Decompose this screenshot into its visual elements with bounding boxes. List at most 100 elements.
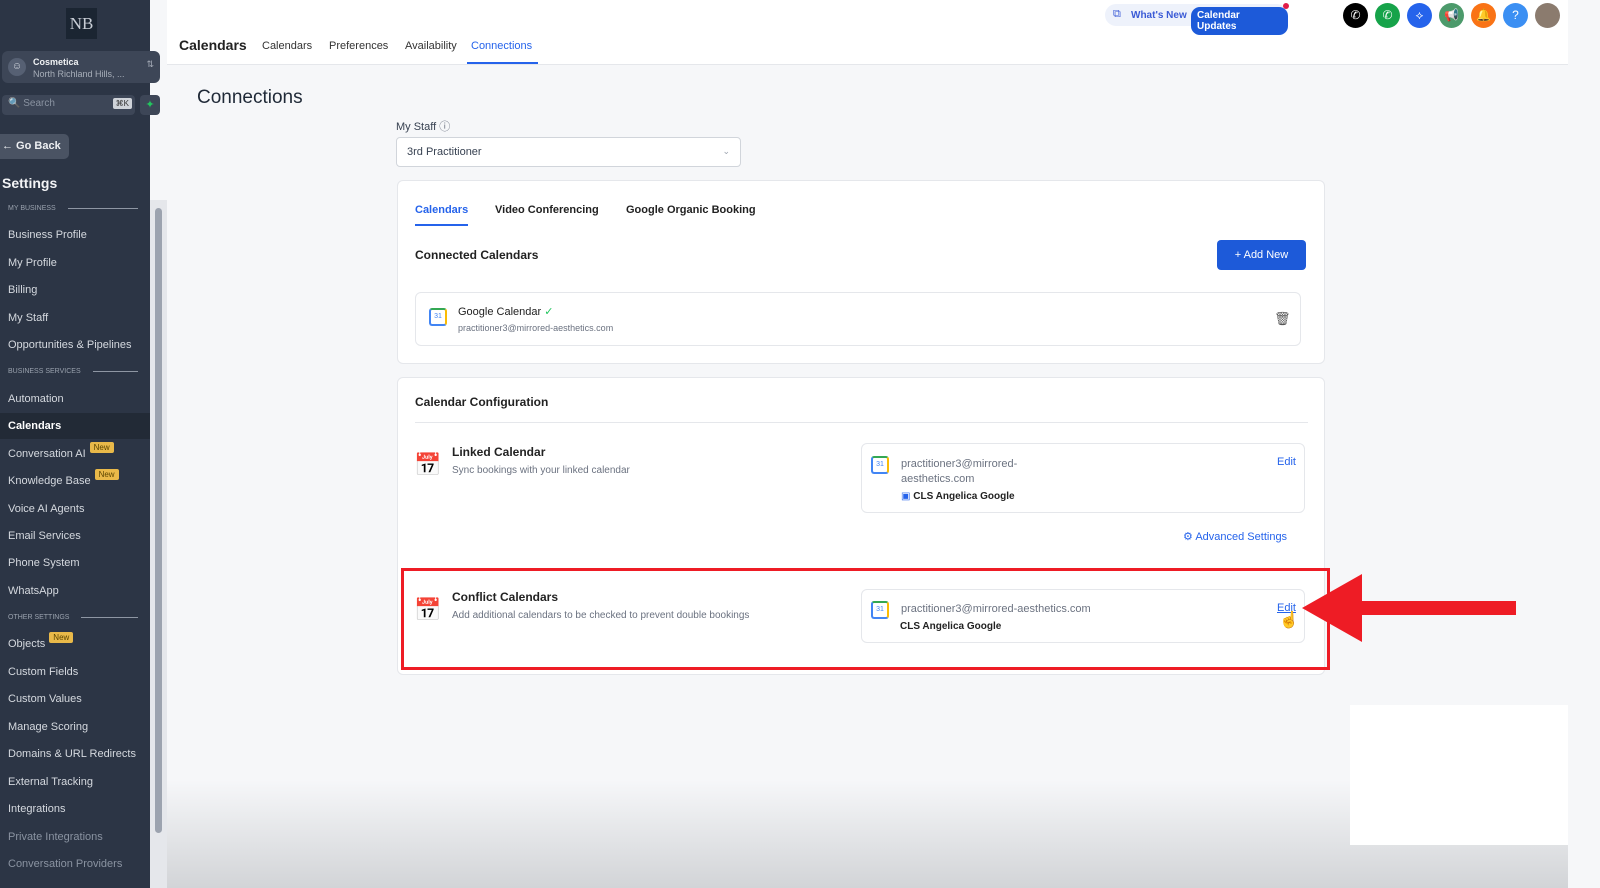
sidebar-item-conversation-ai[interactable]: Conversation AINew xyxy=(0,441,150,467)
ai-spark-button[interactable]: ✦ xyxy=(140,95,160,115)
calendar-name: Google Calendar ✓ xyxy=(458,306,554,318)
top-bar: Calendars Calendars Preferences Availabi… xyxy=(167,0,1568,65)
tab-preferences[interactable]: Preferences xyxy=(329,40,388,52)
integration-icon[interactable]: ⟡ xyxy=(1407,3,1432,28)
sidebar-item-label: Billing xyxy=(8,284,38,296)
sidebar-item-opportunities-pipelines[interactable]: Opportunities & Pipelines xyxy=(0,332,150,358)
sidebar-item-whatsapp[interactable]: WhatsApp xyxy=(0,578,150,604)
sidebar-item-label: Phone System xyxy=(8,557,80,569)
chevron-down-icon: ⌄ xyxy=(722,146,730,156)
bell-icon[interactable]: 🔔 xyxy=(1471,3,1496,28)
linked-calendar-desc: Sync bookings with your linked calendar xyxy=(452,465,630,476)
sidebar-item-knowledge-base[interactable]: Knowledge BaseNew xyxy=(0,468,150,494)
tab-availability[interactable]: Availability xyxy=(405,40,457,52)
sidebar-item-label: Calendars xyxy=(8,420,62,432)
page-title: Connections xyxy=(197,87,303,108)
sidebar-item-billing[interactable]: Billing xyxy=(0,277,150,303)
app-title: Calendars xyxy=(179,37,247,53)
sidebar-item-label: Conversation AI xyxy=(8,448,86,460)
sidebar-item-label: Integrations xyxy=(8,803,66,815)
tab-calendars[interactable]: Calendars xyxy=(262,40,312,52)
avatar[interactable] xyxy=(1535,3,1560,28)
help-icon[interactable]: ? xyxy=(1503,3,1528,28)
section-other-settings: OTHER SETTINGS xyxy=(8,614,138,621)
tab-inner-calendars[interactable]: Calendars xyxy=(415,204,469,226)
sidebar-item-email-services[interactable]: Email Services xyxy=(0,523,150,549)
sidebar-item-custom-fields[interactable]: Custom Fields xyxy=(0,659,150,685)
notification-dot xyxy=(1283,3,1289,9)
connected-calendars-title: Connected Calendars xyxy=(415,248,539,262)
sidebar-item-voice-ai-agents[interactable]: Voice AI Agents xyxy=(0,496,150,522)
google-calendar-icon: 31 xyxy=(429,308,447,326)
sidebar-item-custom-values[interactable]: Custom Values xyxy=(0,686,150,712)
sidebar-item-label: Manage Scoring xyxy=(8,721,89,733)
gear-icon: ⚙ xyxy=(1183,531,1193,543)
calendar-star-icon: 📅 xyxy=(414,452,442,477)
search-placeholder: Search xyxy=(23,98,55,109)
new-badge: New xyxy=(89,442,114,453)
sidebar-scrollbar[interactable] xyxy=(150,200,167,888)
highlight-box xyxy=(401,568,1330,670)
account-switcher[interactable]: ☺ Cosmetica North Richland Hills, ... ⇅ xyxy=(2,51,160,83)
new-badge: New xyxy=(49,632,74,643)
search-input[interactable]: 🔍 Search ⌘K xyxy=(2,95,135,115)
account-name: Cosmetica xyxy=(33,57,79,67)
call-icon[interactable]: ✆ xyxy=(1375,3,1400,28)
tab-google-organic-booking[interactable]: Google Organic Booking xyxy=(626,204,756,216)
calendar-row xyxy=(415,292,1301,346)
location-icon: ☺ xyxy=(8,58,26,76)
sidebar-item-automation[interactable]: Automation xyxy=(0,386,150,412)
google-calendar-icon: 31 xyxy=(871,456,889,474)
settings-title: Settings xyxy=(2,175,58,191)
sidebar-item-manage-scoring[interactable]: Manage Scoring xyxy=(0,714,150,740)
sidebar-item-conversation-providers[interactable]: Conversation Providers xyxy=(0,851,150,877)
sidebar-item-private-integrations[interactable]: Private Integrations xyxy=(0,824,150,850)
megaphone-icon[interactable]: 📢 xyxy=(1439,3,1464,28)
staff-select[interactable]: 3rd Practitioner ⌄ xyxy=(396,137,741,167)
trash-icon[interactable]: 🗑 xyxy=(1274,311,1291,327)
sidebar-item-label: Email Services xyxy=(8,530,81,542)
sidebar-item-business-profile[interactable]: Business Profile xyxy=(0,222,150,248)
add-new-button[interactable]: + Add New xyxy=(1217,240,1306,270)
chat-icon: ⧉ xyxy=(1113,8,1121,20)
sidebar-item-my-profile[interactable]: My Profile xyxy=(0,250,150,276)
tab-video-conferencing[interactable]: Video Conferencing xyxy=(495,204,599,216)
sidebar-item-label: My Profile xyxy=(8,257,57,269)
sidebar-item-label: Knowledge Base xyxy=(8,475,91,487)
chevron-updown-icon: ⇅ xyxy=(146,59,154,69)
whats-new-label: What's New xyxy=(1131,10,1187,21)
calendar-updates-badge[interactable]: Calendar Updates xyxy=(1191,7,1288,35)
section-business-services: BUSINESS SERVICES xyxy=(8,368,138,375)
sidebar-item-label: Private Integrations xyxy=(8,831,103,843)
calendar-icon: ▣ xyxy=(901,491,911,502)
sidebar-item-label: Business Profile xyxy=(8,229,87,241)
sidebar-item-my-staff[interactable]: My Staff xyxy=(0,305,150,331)
phone-icon[interactable]: ✆ xyxy=(1343,3,1368,28)
tab-connections[interactable]: Connections xyxy=(467,40,539,64)
config-title: Calendar Configuration xyxy=(415,395,549,409)
sidebar-item-calendars[interactable]: Calendars xyxy=(0,413,150,439)
calendar-email: practitioner3@mirrored-aesthetics.com xyxy=(458,323,614,333)
sidebar-item-objects[interactable]: ObjectsNew xyxy=(0,631,150,657)
sidebar-item-phone-system[interactable]: Phone System xyxy=(0,550,150,576)
sidebar-item-domains-url-redirects[interactable]: Domains & URL Redirects xyxy=(0,741,150,767)
info-icon: ⓘ xyxy=(439,121,451,133)
new-badge: New xyxy=(94,469,119,480)
linked-email-2: aesthetics.com xyxy=(901,473,975,485)
sidebar-item-label: Voice AI Agents xyxy=(8,503,85,515)
sidebar-item-label: Objects xyxy=(8,638,46,650)
advanced-settings-link[interactable]: ⚙ Advanced Settings xyxy=(1183,530,1287,543)
linked-email: practitioner3@mirrored- xyxy=(901,458,1018,470)
sidebar-item-label: External Tracking xyxy=(8,776,93,788)
red-arrow-annotation xyxy=(1302,574,1516,642)
account-location: North Richland Hills, ... xyxy=(33,69,125,79)
go-back-button[interactable]: ← Go Back xyxy=(0,134,69,159)
sidebar-item-integrations[interactable]: Integrations xyxy=(0,796,150,822)
check-icon: ✓ xyxy=(544,306,554,318)
sidebar-item-label: Opportunities & Pipelines xyxy=(8,339,132,351)
linked-edit-link[interactable]: Edit xyxy=(1277,456,1296,468)
sidebar-item-external-tracking[interactable]: External Tracking xyxy=(0,769,150,795)
whats-new-button[interactable]: ⧉ What's New Calendar Updates xyxy=(1105,3,1289,35)
sidebar-item-label: Domains & URL Redirects xyxy=(8,748,136,760)
sidebar-item-label: Automation xyxy=(8,393,64,405)
